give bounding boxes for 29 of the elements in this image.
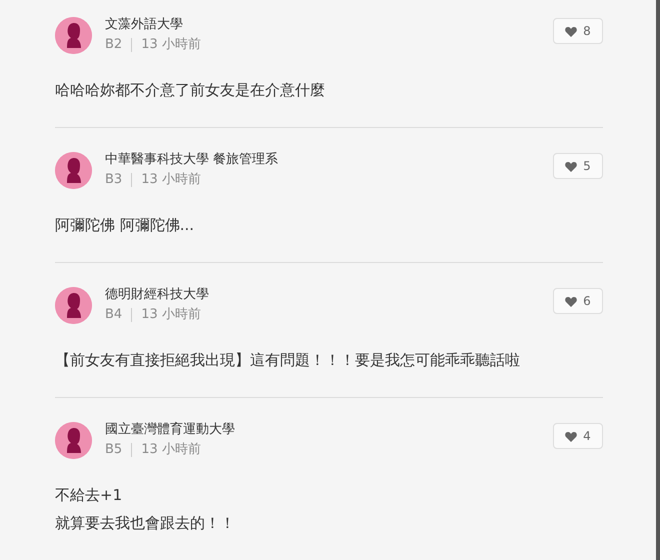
avatar-icon <box>55 422 92 458</box>
comment-text: 就算要去我也會跟去的！！ <box>55 513 236 534</box>
post-time: 13 小時前 <box>141 442 201 458</box>
floor-number: B2 <box>105 37 122 53</box>
comment-text: 【前女友有直接拒絕我出現】這有問題！！！要是我怎可能乖乖聽話啦 <box>55 350 521 371</box>
heart-icon <box>565 430 578 442</box>
author-name[interactable]: 德明財經科技大學 <box>105 287 553 303</box>
author-name[interactable]: 中華醫事科技大學 餐旅管理系 <box>105 152 553 168</box>
like-button[interactable]: 8 <box>553 18 603 44</box>
like-button[interactable]: 6 <box>553 288 603 314</box>
comment-text: 阿彌陀佛 阿彌陀佛... <box>55 215 196 236</box>
comment-text: 不給去+1 <box>55 485 124 506</box>
heart-icon <box>565 296 578 306</box>
avatar-icon <box>55 152 92 188</box>
avatar-icon <box>55 16 92 54</box>
floor-number: B4 <box>105 307 122 323</box>
avatar-icon <box>55 286 92 324</box>
author-name[interactable]: 文藻外語大學 <box>105 17 553 33</box>
like-button[interactable]: 4 <box>553 423 603 449</box>
author-name[interactable]: 國立臺灣體育運動大學 <box>105 422 553 438</box>
post-time: 13 小時前 <box>141 307 201 323</box>
post-time: 13 小時前 <box>141 37 201 53</box>
floor-number: B3 <box>105 172 122 188</box>
post-time: 13 小時前 <box>141 172 201 188</box>
like-button[interactable]: 5 <box>553 153 603 179</box>
heart-icon <box>565 26 578 36</box>
heart-icon <box>565 160 578 172</box>
comment-text: 哈哈哈妳都不介意了前女友是在介意什麼 <box>55 80 326 101</box>
floor-number: B5 <box>105 442 122 458</box>
